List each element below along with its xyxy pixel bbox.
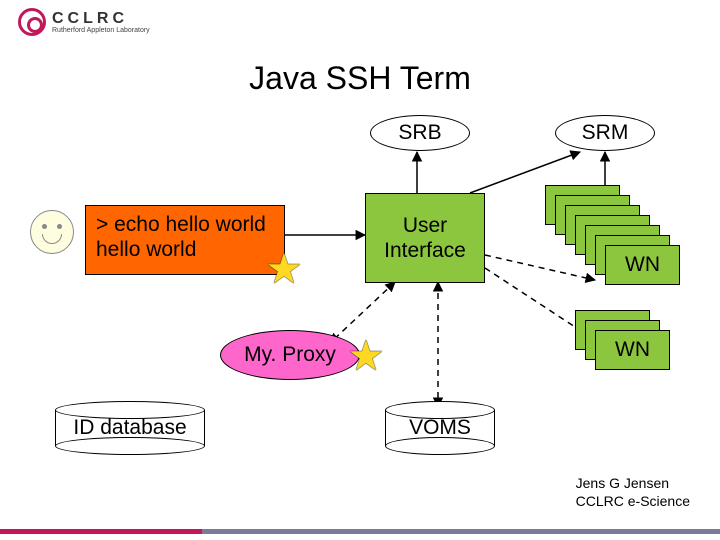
brand-name: CCLRC	[52, 11, 150, 27]
node-terminal: > echo hello world hello world	[85, 205, 285, 275]
node-srm-label: SRM	[582, 121, 629, 145]
terminal-line-1: > echo hello world	[96, 212, 266, 237]
node-id-database-label: ID database	[55, 416, 205, 440]
footer-affiliation: CCLRC e-Science	[576, 492, 690, 510]
node-wn-2-label: WN	[615, 337, 650, 362]
node-voms-label: VOMS	[385, 416, 495, 440]
node-user-interface: User Interface	[365, 193, 485, 283]
node-srm: SRM	[555, 115, 655, 151]
brand-mark-icon	[18, 8, 46, 36]
page-title: Java SSH Term	[0, 60, 720, 97]
node-srb-label: SRB	[398, 121, 441, 145]
brand-subtitle: Rutherford Appleton Laboratory	[52, 27, 150, 34]
node-voms: VOMS	[385, 410, 495, 446]
node-wn-1: WN	[605, 245, 680, 285]
node-srb: SRB	[370, 115, 470, 151]
footer: Jens G Jensen CCLRC e-Science	[576, 474, 690, 510]
terminal-line-2: hello world	[96, 237, 266, 262]
node-wn-2: WN	[595, 330, 670, 370]
node-id-database: ID database	[55, 410, 205, 446]
node-user-interface-label: User Interface	[384, 213, 466, 263]
star-icon: ★	[263, 248, 305, 290]
footer-stripe	[0, 529, 720, 534]
smiley-icon	[30, 210, 74, 254]
brand-logo: CCLRC Rutherford Appleton Laboratory	[18, 8, 150, 36]
node-myproxy: My. Proxy	[220, 330, 360, 380]
node-myproxy-label: My. Proxy	[244, 343, 336, 367]
footer-author: Jens G Jensen	[576, 474, 690, 492]
star-icon: ★	[345, 335, 387, 377]
node-wn-1-label: WN	[625, 252, 660, 277]
